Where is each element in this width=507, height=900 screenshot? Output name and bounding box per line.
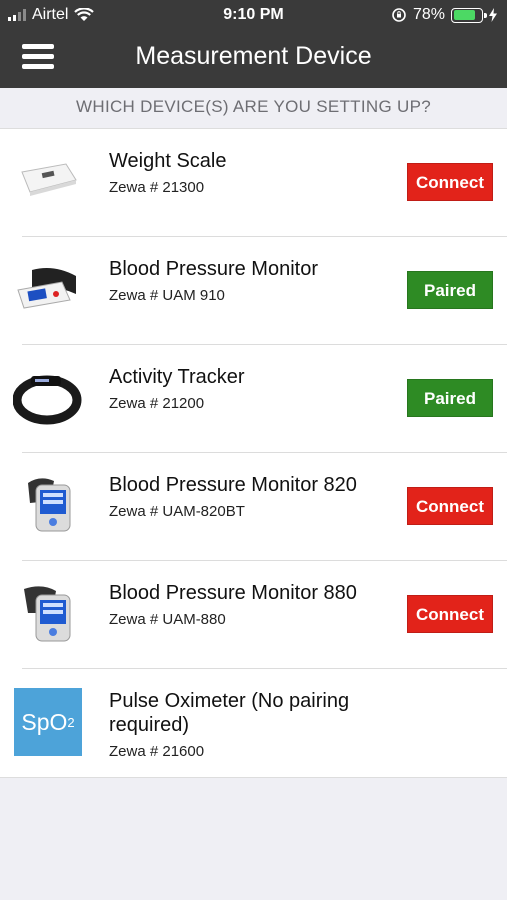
device-name: Blood Pressure Monitor [109,258,318,280]
device-row-weight-scale[interactable]: Weight Scale Zewa # 21300 Connect [0,129,507,237]
spo2-icon-text: SpO [21,708,68,735]
device-name: Blood Pressure Monitor 820 [109,474,357,496]
orientation-lock-icon [392,8,406,22]
device-model: Zewa # UAM-820BT [109,503,245,520]
top-bar: Airtel 9:10 PM 78% Measurement Device [0,0,507,88]
battery-icon [451,7,487,23]
device-model: Zewa # 21200 [109,395,205,412]
bp-monitor-icon [12,579,84,649]
section-header: WHICH DEVICE(S) ARE YOU SETTING UP? [0,88,507,128]
device-row-bp-monitor-880[interactable]: Blood Pressure Monitor 880 Zewa # UAM-88… [0,561,507,669]
connect-button[interactable]: Connect [407,487,493,525]
device-name: Pulse Oximeter (No pairing required) [109,690,350,736]
nav-bar: Measurement Device [0,30,507,88]
connect-button[interactable]: Connect [407,595,493,633]
paired-button[interactable]: Paired [407,379,493,417]
device-name: Activity Tracker [109,366,245,388]
paired-button[interactable]: Paired [407,271,493,309]
device-row-pulse-oximeter[interactable]: SpO 2 Pulse Oximeter (No pairing required… [0,669,507,777]
bp-monitor-icon [12,471,84,541]
device-name: Weight Scale [109,150,227,172]
status-bar: Airtel 9:10 PM 78% [0,0,507,30]
spo2-icon-subscript: 2 [67,714,75,730]
device-model: Zewa # UAM 910 [109,287,225,304]
activity-tracker-icon [12,363,84,433]
charging-icon [489,8,497,22]
device-model: Zewa # 21600 [109,743,205,760]
device-row-activity-tracker[interactable]: Activity Tracker Zewa # 21200 Paired [0,345,507,453]
device-list: Weight Scale Zewa # 21300 Connect Blood … [0,128,507,778]
connect-button[interactable]: Connect [407,163,493,201]
spo2-icon: SpO 2 [12,687,84,757]
device-model: Zewa # 21300 [109,179,205,196]
bp-monitor-icon [12,255,84,325]
device-row-bp-monitor[interactable]: Blood Pressure Monitor Zewa # UAM 910 Pa… [0,237,507,345]
battery-percent: 78% [412,6,445,23]
device-row-bp-monitor-820[interactable]: Blood Pressure Monitor 820 Zewa # UAM-82… [0,453,507,561]
device-model: Zewa # UAM-880 [109,611,226,628]
status-right: 78% [391,6,497,24]
weight-scale-icon [12,147,84,217]
device-name: Blood Pressure Monitor 880 [109,582,357,604]
page-title: Measurement Device [135,42,372,70]
